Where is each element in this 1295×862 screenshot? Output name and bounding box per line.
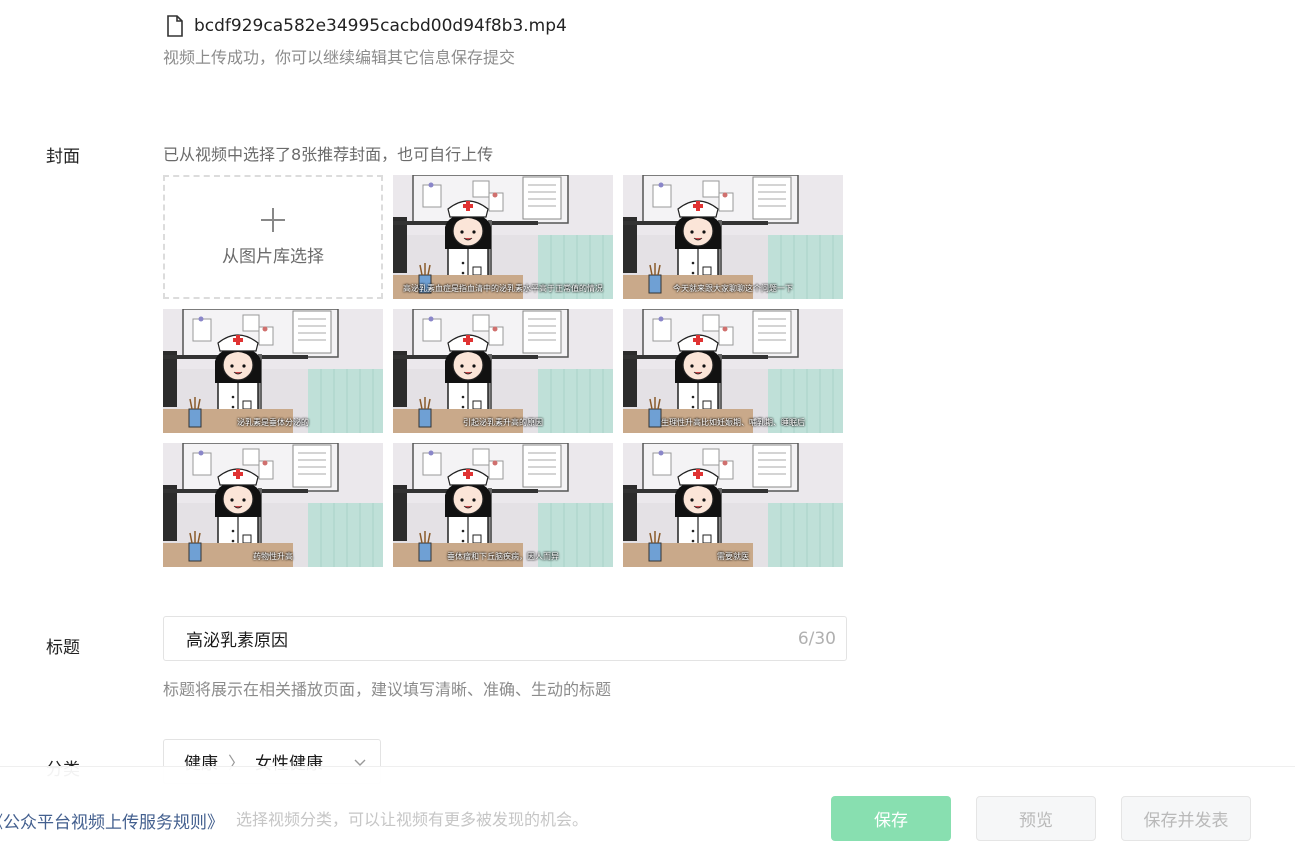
title-hint: 标题将展示在相关播放页面，建议填写清晰、准确、生动的标题	[163, 680, 612, 699]
cover-thumbnail[interactable]: 生理性升高比如妊娠期、哺乳期、睡眠后	[623, 309, 843, 433]
cover-thumbnail[interactable]: 药物性升高	[163, 443, 383, 567]
nurse-cartoon-image	[163, 309, 383, 433]
title-char-count: 6/30	[797, 628, 836, 649]
category-hint: 选择视频分类，可以让视频有更多被发现的机会。	[236, 810, 589, 829]
nurse-cartoon-image	[393, 309, 613, 433]
file-icon	[167, 15, 183, 37]
cover-thumbnail[interactable]: 需要就医	[623, 443, 843, 567]
preview-button[interactable]: 预览	[976, 796, 1096, 841]
cover-thumbnail[interactable]: 高泌乳素血症是指血清中的泌乳素水平高于正常值的情况	[393, 175, 613, 299]
nurse-cartoon-image	[623, 443, 843, 567]
nurse-cartoon-image	[393, 443, 613, 567]
cover-thumbnail[interactable]: 泌乳素是垂体分泌的	[163, 309, 383, 433]
thumbnail-caption: 今天就来跟大家聊聊这个问题一下	[673, 284, 793, 293]
file-name: bcdf929ca582e34995cacbd00d94f8b3.mp4	[194, 16, 567, 36]
thumbnail-caption: 泌乳素是垂体分泌的	[237, 418, 309, 427]
cover-thumbnail[interactable]: 引起泌乳素升高的原因	[393, 309, 613, 433]
nurse-cartoon-image	[623, 309, 843, 433]
thumbnail-caption: 药物性升高	[253, 552, 293, 561]
cover-thumbnail[interactable]: 今天就来跟大家聊聊这个问题一下	[623, 175, 843, 299]
thumbnail-caption: 高泌乳素血症是指血清中的泌乳素水平高于正常值的情况	[403, 284, 603, 293]
thumbnail-caption: 生理性升高比如妊娠期、哺乳期、睡眠后	[661, 418, 805, 427]
cover-label: 封面	[46, 147, 80, 167]
plus-icon	[261, 207, 285, 232]
save-button[interactable]: 保存	[831, 796, 951, 841]
upload-rules-link[interactable]: 《公众平台视频上传服务规则》	[0, 808, 224, 833]
thumbnail-caption: 引起泌乳素升高的原因	[463, 418, 543, 427]
upload-status-text: 视频上传成功，你可以继续编辑其它信息保存提交	[163, 48, 516, 67]
thumbnail-caption: 垂体瘤和下丘脑疾病，因人而异	[447, 552, 559, 561]
image-library-upload-button[interactable]: 从图片库选择	[163, 175, 383, 299]
nurse-cartoon-image	[163, 443, 383, 567]
thumbnail-caption: 需要就医	[717, 552, 749, 561]
uploaded-file-row: bcdf929ca582e34995cacbd00d94f8b3.mp4	[166, 15, 567, 37]
title-input[interactable]: 高泌乳素原因 6/30	[163, 616, 847, 661]
upload-label: 从图片库选择	[222, 246, 324, 267]
save-and-publish-button[interactable]: 保存并发表	[1121, 796, 1251, 841]
cover-hint: 已从视频中选择了8张推荐封面，也可自行上传	[163, 145, 494, 164]
cover-grid: 从图片库选择 高泌乳素血症是指血清中的泌乳素水平高于正常值的情况 今天就来跟大家聊…	[163, 175, 843, 567]
video-upload-page: bcdf929ca582e34995cacbd00d94f8b3.mp4 视频上…	[0, 0, 1295, 862]
cover-thumbnail[interactable]: 垂体瘤和下丘脑疾病，因人而异	[393, 443, 613, 567]
title-label: 标题	[46, 638, 80, 658]
title-input-value[interactable]: 高泌乳素原因	[186, 626, 798, 651]
nurse-cartoon-image	[393, 175, 613, 299]
nurse-cartoon-image	[623, 175, 843, 299]
